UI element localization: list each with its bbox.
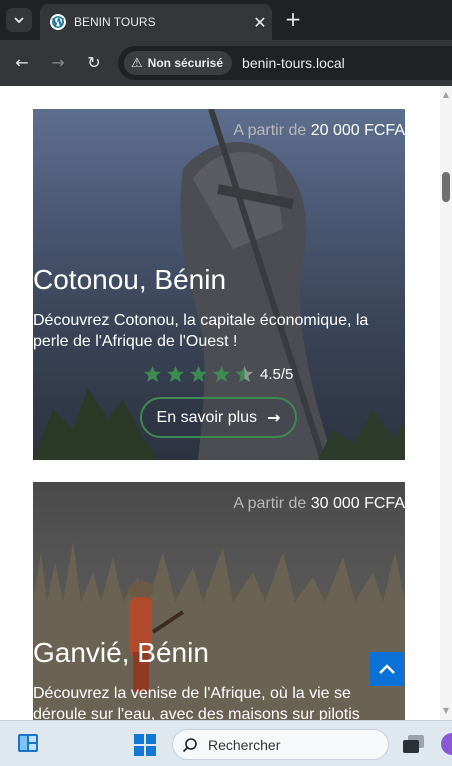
warning-icon: ⚠ [131,55,143,71]
page-scrollbar[interactable]: ▲ ▼ [440,86,452,720]
new-tab-icon[interactable]: + [282,8,304,30]
tab-search-button[interactable] [6,8,32,32]
card-title: Cotonou, Bénin [33,264,227,295]
chevron-up-icon [379,664,395,674]
scroll-up-arrow-icon[interactable]: ▲ [440,88,452,102]
scrollbar-thumb[interactable] [442,172,450,202]
tour-card-cotonou: A partir de 20 000 FCFA Cotonou, Bénin D… [33,109,405,460]
learn-more-button[interactable]: En savoir plus → [140,397,297,438]
price-label: A partir de 30 000 FCFA [233,495,405,513]
tab-title: BENIN TOURS [74,15,156,29]
search-icon [182,737,197,752]
price-label: A partir de 20 000 FCFA [233,122,405,140]
card-description: Découvrez Cotonou, la capitale économiqu… [33,312,369,350]
app-icon[interactable] [441,733,452,755]
price-prefix: A partir de [233,122,307,139]
star-full-icon [143,365,162,383]
widgets-icon[interactable] [17,733,39,753]
search-placeholder: Rechercher [208,736,281,753]
task-view-icon[interactable] [402,734,426,754]
wordpress-favicon-icon: W [50,14,66,30]
page-viewport: A partir de 20 000 FCFA Cotonou, Bénin D… [0,86,440,720]
forward-icon[interactable]: → [47,52,69,74]
star-rating: 4.5/5 [143,365,293,384]
rating-text: 4.5/5 [260,366,294,383]
star-full-icon [166,365,185,383]
price-amount: 30 000 FCFA [310,495,405,512]
card-description: Découvrez la venise de l'Afrique, où la … [33,685,360,720]
windows-start-icon[interactable] [134,734,156,756]
scroll-down-arrow-icon[interactable]: ▼ [440,704,452,718]
address-bar[interactable]: ⚠ Non sécurisé benin-tours.local [118,46,452,80]
price-amount: 20 000 FCFA [310,122,405,139]
windows-taskbar: Rechercher [0,720,452,766]
button-label: En savoir plus [156,408,258,426]
browser-tab-bar: W BENIN TOURS ✕ + [0,0,452,40]
card-title: Ganvié, Bénin [33,637,209,668]
arrow-right-icon: → [267,408,281,427]
security-chip[interactable]: ⚠ Non sécurisé [124,51,233,75]
chevron-down-icon [14,17,24,24]
back-icon[interactable]: ← [11,52,33,74]
browser-tab-active[interactable]: W BENIN TOURS ✕ [40,4,272,40]
reload-icon[interactable]: ↻ [83,52,105,74]
tab-close-icon[interactable]: ✕ [248,13,272,32]
star-half-icon [235,365,254,383]
back-to-top-button[interactable] [370,652,404,686]
star-full-icon [212,365,231,383]
browser-toolbar: ← → ↻ ⚠ Non sécurisé benin-tours.local [0,40,452,86]
price-prefix: A partir de [233,495,307,512]
tour-card-ganvie: A partir de 30 000 FCFA Ganvié, Bénin Dé… [33,482,405,720]
security-label: Non sécurisé [147,56,224,70]
taskbar-search[interactable]: Rechercher [172,729,389,760]
star-full-icon [189,365,208,383]
url-text[interactable]: benin-tours.local [242,55,345,71]
